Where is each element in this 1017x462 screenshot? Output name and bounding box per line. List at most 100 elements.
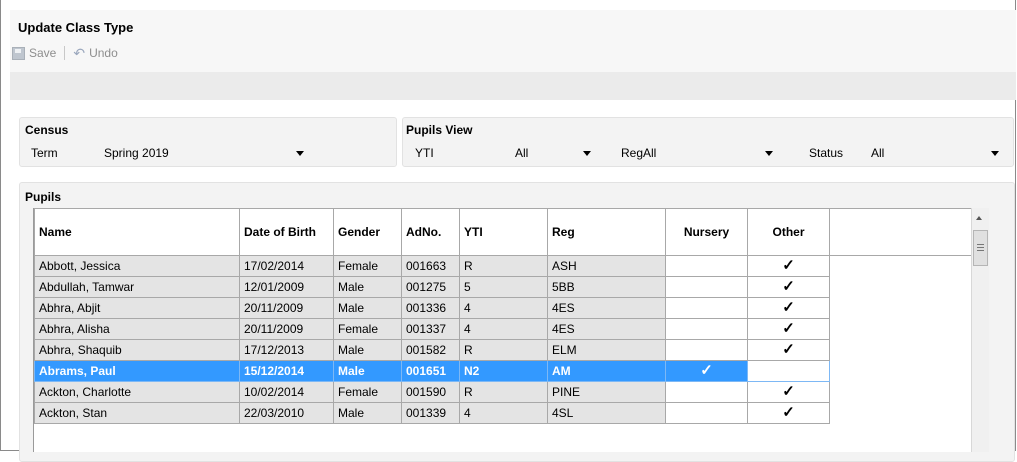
cell-reg[interactable]: 4SL [547, 402, 666, 424]
cell-name[interactable]: Ackton, Stan [34, 402, 240, 424]
cell-yti[interactable]: R [459, 255, 548, 277]
cell-name[interactable]: Abdullah, Tamwar [34, 276, 240, 298]
cell-adno[interactable]: 001339 [401, 402, 460, 424]
cell-yti[interactable]: R [459, 381, 548, 403]
cell-gender[interactable]: Male [333, 402, 402, 424]
column-header-other[interactable]: Other [747, 208, 830, 256]
cell-name[interactable]: Abhra, Shaquib [34, 339, 240, 361]
cell-adno[interactable]: 001275 [401, 276, 460, 298]
yti-select[interactable]: All [515, 143, 593, 163]
cell-nursery-checkbox[interactable] [665, 255, 748, 277]
cell-dob[interactable]: 20/11/2009 [239, 297, 334, 319]
cell-reg[interactable]: PINE [547, 381, 666, 403]
cell-reg[interactable]: AM [547, 360, 666, 382]
cell-yti[interactable]: 5 [459, 276, 548, 298]
cell-reg[interactable]: 4ES [547, 318, 666, 340]
cell-name[interactable]: Abbott, Jessica [34, 255, 240, 277]
cell-other-checkbox[interactable] [747, 360, 830, 382]
cell-filler [829, 255, 974, 277]
cell-filler [829, 381, 974, 403]
cell-other-checkbox[interactable]: ✓ [747, 402, 830, 424]
term-select[interactable]: Spring 2019 [104, 143, 306, 163]
cell-nursery-checkbox[interactable] [665, 381, 748, 403]
cell-other-checkbox[interactable]: ✓ [747, 339, 830, 361]
cell-other-checkbox[interactable]: ✓ [747, 276, 830, 298]
cell-yti[interactable]: N2 [459, 360, 548, 382]
vertical-scrollbar[interactable] [971, 208, 989, 452]
cell-name[interactable]: Abhra, Alisha [34, 318, 240, 340]
table-row[interactable]: Abdullah, Tamwar 12/01/2009 Male 001275 5 5BB… [34, 276, 974, 298]
cell-other-checkbox[interactable]: ✓ [747, 318, 830, 340]
cell-gender[interactable]: Female [333, 318, 402, 340]
table-row[interactable]: Ackton, Charlotte 10/02/2014 Female 001590 R… [34, 381, 974, 403]
cell-nursery-checkbox[interactable] [665, 297, 748, 319]
cell-other-checkbox[interactable]: ✓ [747, 255, 830, 277]
column-header-gender[interactable]: Gender [333, 208, 402, 256]
table-row[interactable]: Abhra, Abjit 20/11/2009 Male 001336 4 4ES ✓ [34, 297, 974, 319]
cell-dob[interactable]: 15/12/2014 [239, 360, 334, 382]
scroll-up-icon[interactable] [976, 216, 982, 220]
cell-gender[interactable]: Male [333, 276, 402, 298]
table-row[interactable]: Ackton, Stan 22/03/2010 Male 001339 4 4SL ✓ [34, 402, 974, 424]
cell-other-checkbox[interactable]: ✓ [747, 381, 830, 403]
cell-adno[interactable]: 001663 [401, 255, 460, 277]
status-label: Status [809, 146, 844, 160]
cell-filler [829, 402, 974, 424]
cell-adno[interactable]: 001590 [401, 381, 460, 403]
toolbar-separator [64, 46, 66, 60]
cell-nursery-checkbox[interactable]: ✓ [665, 360, 748, 382]
cell-gender[interactable]: Male [333, 339, 402, 361]
cell-nursery-checkbox[interactable] [665, 339, 748, 361]
column-header-adno[interactable]: AdNo. [401, 208, 460, 256]
cell-nursery-checkbox[interactable] [665, 276, 748, 298]
reg-select[interactable]: All [643, 143, 775, 163]
reg-label: Reg [621, 146, 644, 160]
reg-value: All [643, 146, 657, 160]
column-header-yti[interactable]: YTI [459, 208, 548, 256]
cell-dob[interactable]: 10/02/2014 [239, 381, 334, 403]
cell-reg[interactable]: ASH [547, 255, 666, 277]
cell-dob[interactable]: 20/11/2009 [239, 318, 334, 340]
cell-nursery-checkbox[interactable] [665, 318, 748, 340]
cell-nursery-checkbox[interactable] [665, 402, 748, 424]
status-select[interactable]: All [871, 143, 1001, 163]
cell-dob[interactable]: 22/03/2010 [239, 402, 334, 424]
cell-other-checkbox[interactable]: ✓ [747, 297, 830, 319]
scrollbar-thumb[interactable] [973, 230, 988, 266]
cell-gender[interactable]: Male [333, 360, 402, 382]
cell-gender[interactable]: Female [333, 255, 402, 277]
undo-button[interactable]: ↶ Undo [71, 46, 119, 60]
column-header-dob[interactable]: Date of Birth [239, 208, 334, 256]
cell-name[interactable]: Abrams, Paul [34, 360, 240, 382]
cell-gender[interactable]: Female [333, 381, 402, 403]
column-header-nursery[interactable]: Nursery [665, 208, 748, 256]
table-row[interactable]: Abhra, Shaquib 17/12/2013 Male 001582 R ELM ✓ [34, 339, 974, 361]
yti-label: YTI [415, 146, 434, 160]
cell-adno[interactable]: 001336 [401, 297, 460, 319]
cell-adno[interactable]: 001337 [401, 318, 460, 340]
cell-gender[interactable]: Male [333, 297, 402, 319]
cell-adno[interactable]: 001651 [401, 360, 460, 382]
cell-dob[interactable]: 12/01/2009 [239, 276, 334, 298]
grip-line [977, 247, 984, 248]
cell-yti[interactable]: 4 [459, 318, 548, 340]
cell-reg[interactable]: 4ES [547, 297, 666, 319]
cell-adno[interactable]: 001582 [401, 339, 460, 361]
cell-reg[interactable]: ELM [547, 339, 666, 361]
cell-yti[interactable]: 4 [459, 402, 548, 424]
column-header-name[interactable]: Name [34, 208, 240, 256]
pupils-table: Name Date of Birth Gender AdNo. YTI Reg … [34, 208, 974, 424]
cell-yti[interactable]: R [459, 339, 548, 361]
cell-dob[interactable]: 17/02/2014 [239, 255, 334, 277]
cell-dob[interactable]: 17/12/2013 [239, 339, 334, 361]
cell-reg[interactable]: 5BB [547, 276, 666, 298]
column-header-reg[interactable]: Reg [547, 208, 666, 256]
table-row[interactable]: Abhra, Alisha 20/11/2009 Female 001337 4 4ES ✓ [34, 318, 974, 340]
cell-name[interactable]: Ackton, Charlotte [34, 381, 240, 403]
yti-value: All [515, 146, 529, 160]
table-row[interactable]: Abbott, Jessica 17/02/2014 Female 001663 R AS… [34, 255, 974, 277]
table-row[interactable]: Abrams, Paul 15/12/2014 Male 001651 N2 AM ✓ [34, 360, 974, 382]
save-button[interactable]: Save [10, 46, 58, 60]
cell-yti[interactable]: 4 [459, 297, 548, 319]
cell-name[interactable]: Abhra, Abjit [34, 297, 240, 319]
